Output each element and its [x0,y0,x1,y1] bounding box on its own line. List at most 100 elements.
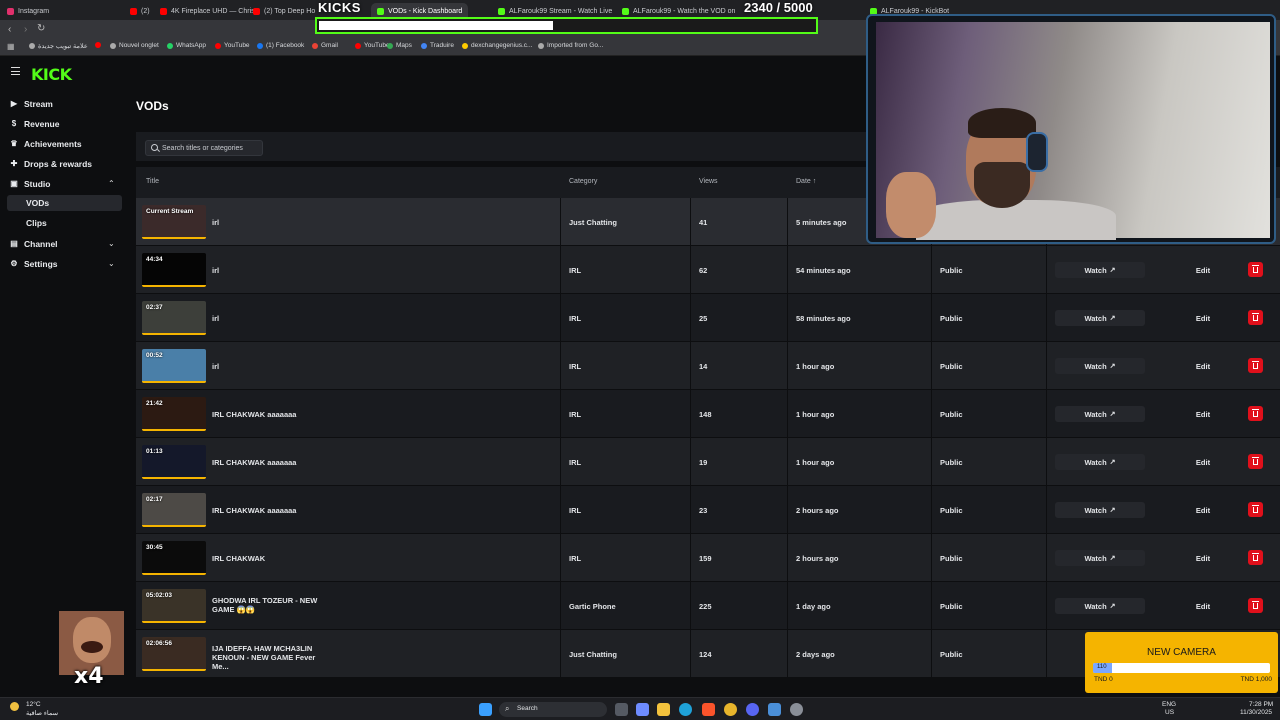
copilot-icon[interactable] [636,703,649,716]
back-icon[interactable]: ‹ [8,24,11,35]
kick-logo[interactable]: KICK [31,65,72,84]
vod-title[interactable]: IRL CHAKWAK aaaaaaa [212,458,332,467]
vod-title[interactable]: irl [212,218,332,227]
desktop-app-icon[interactable] [768,703,781,716]
delete-button[interactable] [1248,502,1263,517]
bookmark-item[interactable]: (1) Facebook [257,42,304,49]
vod-category[interactable]: IRL [569,458,581,467]
weather-icon[interactable] [10,702,19,711]
column-title[interactable]: Title [146,178,159,185]
vod-thumbnail[interactable]: 02:06:56 [142,637,206,671]
vod-title[interactable]: IRL CHAKWAK aaaaaaa [212,506,332,515]
vod-category[interactable]: IRL [569,362,581,371]
delete-button[interactable] [1248,406,1263,421]
edit-button[interactable]: Edit [1158,310,1248,326]
delete-button[interactable] [1248,358,1263,373]
sidebar-item-drops[interactable]: ✚ Drops & rewards [10,157,92,171]
vod-category[interactable]: IRL [569,314,581,323]
watch-button[interactable]: Watch ↗ [1055,598,1145,614]
table-row[interactable]: 02:17 IRL CHAKWAK aaaaaaa IRL 23 2 hours ago… [136,486,1280,534]
clock-date[interactable]: 11/30/2025 [1240,709,1272,716]
watch-button[interactable]: Watch ↗ [1055,310,1145,326]
delete-button[interactable] [1248,310,1263,325]
edit-button[interactable]: Edit [1158,550,1248,566]
table-row[interactable]: 30:45 IRL CHAKWAK IRL 159 2 hours ago Public W… [136,534,1280,582]
forward-icon[interactable]: › [24,24,27,35]
language-region[interactable]: US [1165,709,1174,716]
search-input[interactable]: Search titles or categories [145,140,263,156]
bookmark-item[interactable]: Gmail [312,42,338,49]
vod-title[interactable]: GHODWA IRL TOZEUR - NEW GAME 😱😱 [212,596,332,614]
sidebar-item-stream[interactable]: ▶ Stream [10,97,53,111]
apps-grid-icon[interactable]: ▦ [7,42,15,51]
sidebar-item-clips[interactable]: Clips [7,215,122,231]
vod-title[interactable]: irl [212,314,332,323]
watch-button[interactable]: Watch ↗ [1055,454,1145,470]
bookmark-item[interactable]: Imported from Go... [538,42,603,49]
table-row[interactable]: 02:37 irl IRL 25 58 minutes ago Public Watch ↗ E… [136,294,1280,342]
vod-thumbnail[interactable]: 05:02:03 [142,589,206,623]
column-views[interactable]: Views [699,178,718,185]
table-row[interactable]: 21:42 IRL CHAKWAK aaaaaaa IRL 148 1 hour ago… [136,390,1280,438]
browser-tab[interactable]: Instagram [7,3,49,19]
vod-thumbnail[interactable]: 30:45 [142,541,206,575]
edit-button[interactable]: Edit [1158,358,1248,374]
chevron-down-icon[interactable]: ⌄ [108,239,118,248]
vod-category[interactable]: IRL [569,506,581,515]
edit-button[interactable]: Edit [1158,502,1248,518]
vod-title[interactable]: irl [212,266,332,275]
vod-title[interactable]: IRL CHAKWAK aaaaaaa [212,410,332,419]
delete-button[interactable] [1248,262,1263,277]
discord-icon[interactable] [746,703,759,716]
vod-category[interactable]: IRL [569,554,581,563]
vod-title[interactable]: IJA IDEFFA HAW MCHA3LIN KENOUN - NEW GAM… [212,644,332,671]
vod-category[interactable]: IRL [569,266,581,275]
delete-button[interactable] [1248,550,1263,565]
vod-thumbnail[interactable]: 01:13 [142,445,206,479]
delete-button[interactable] [1248,454,1263,469]
vod-thumbnail[interactable]: 44:34 [142,253,206,287]
watch-button[interactable]: Watch ↗ [1055,262,1145,278]
language-code[interactable]: ENG [1162,701,1176,708]
brave-icon[interactable] [702,703,715,716]
sidebar-item-settings[interactable]: ⚙ Settings [10,257,57,271]
vod-category[interactable]: Just Chatting [569,218,617,227]
edge-icon[interactable] [679,703,692,716]
vod-thumbnail[interactable]: 21:42 [142,397,206,431]
vod-title[interactable]: IRL CHAKWAK [212,554,332,563]
settings-app-icon[interactable] [790,703,803,716]
edit-button[interactable]: Edit [1158,598,1248,614]
bookmark-item[interactable]: YouTube [355,42,390,49]
table-row[interactable]: 00:52 irl IRL 14 1 hour ago Public Watch ↗ Edit [136,342,1280,390]
browser-tab[interactable]: (2) Top Deep Ho [253,3,315,19]
windows-start-icon[interactable] [479,703,492,716]
edit-button[interactable]: Edit [1158,262,1248,278]
watch-button[interactable]: Watch ↗ [1055,550,1145,566]
watch-button[interactable]: Watch ↗ [1055,502,1145,518]
vod-category[interactable]: Gartic Phone [569,602,616,611]
vod-thumbnail[interactable]: 02:17 [142,493,206,527]
sidebar-item-channel[interactable]: ▤ Channel [10,237,57,251]
chevron-down-icon[interactable]: ⌄ [108,259,118,268]
bookmark-item[interactable]: علامة تبويب جديدة [29,42,88,50]
edit-button[interactable]: Edit [1158,454,1248,470]
bookmark-item[interactable] [95,42,104,48]
bookmark-item[interactable]: WhatsApp [167,42,206,49]
vod-thumbnail[interactable]: Current Stream [142,205,206,239]
column-date[interactable]: Date ↑ [796,178,816,185]
table-row[interactable]: 01:13 IRL CHAKWAK aaaaaaa IRL 19 1 hour ago P… [136,438,1280,486]
chevron-up-icon[interactable]: ⌃ [108,179,118,188]
clock-time[interactable]: 7:28 PM [1249,701,1273,708]
menu-icon[interactable] [11,67,20,75]
bookmark-item[interactable]: Maps [387,42,412,49]
bookmark-item[interactable]: Nouvel onglet [110,42,159,49]
edit-button[interactable]: Edit [1158,406,1248,422]
task-view-icon[interactable] [615,703,628,716]
chrome-icon[interactable] [724,703,737,716]
bookmark-item[interactable]: Traduire [421,42,454,49]
browser-tab[interactable]: (2) [130,3,150,19]
file-explorer-icon[interactable] [657,703,670,716]
bookmark-item[interactable]: YouTube [215,42,250,49]
sidebar-item-achievements[interactable]: ♛ Achievements [10,137,81,151]
taskbar-search[interactable]: ⌕ Search [499,702,607,717]
